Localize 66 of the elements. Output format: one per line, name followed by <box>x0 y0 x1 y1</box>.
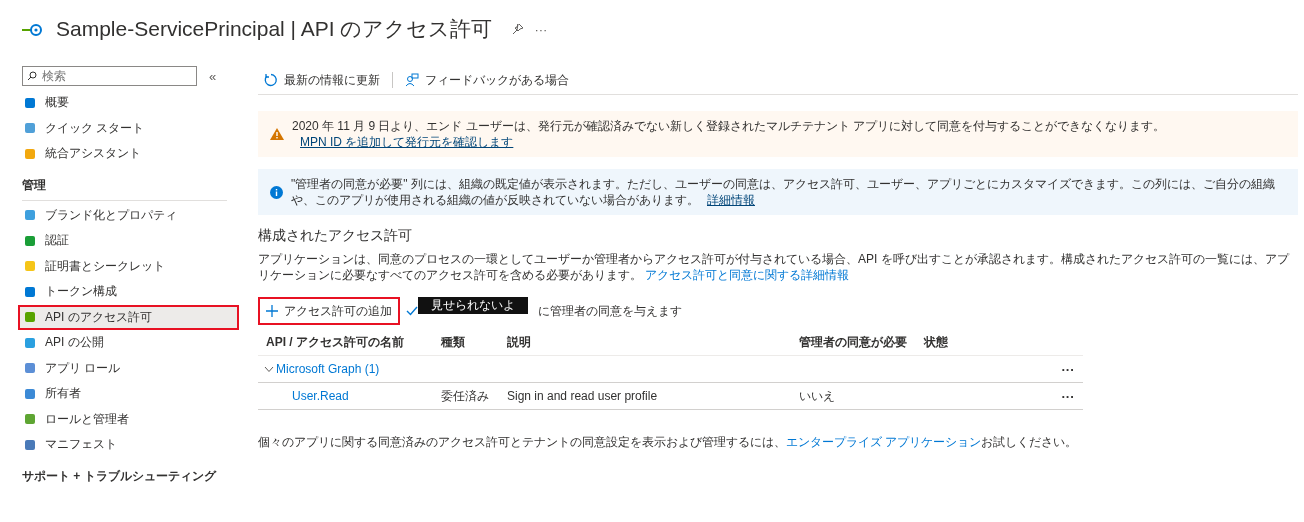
sidebar-item[interactable]: API のアクセス許可 <box>18 304 239 330</box>
search-icon <box>27 71 37 81</box>
sidebar-item[interactable]: トークン構成 <box>18 279 239 305</box>
section-description: アプリケーションは、同意のプロセスの一環としてユーザーか管理者からアクセス許可が付与されている場合、API を呼び出すことが承認されます。構成されたアクセス許可の一覧には、アプリケーションに必要なすべてのアクセス許可を含める必要があります。 アクセス許可と同意に関する詳細情報 <box>258 251 1291 283</box>
menu-icon <box>24 387 36 400</box>
column-header: API / アクセス許可の名前 <box>266 333 405 351</box>
sidebar-item[interactable]: アプリ ロール <box>18 355 239 381</box>
sidebar-item[interactable]: 所有者 <box>18 381 239 407</box>
refresh-icon <box>264 73 278 87</box>
footer-text: 個々のアプリに関する同意済みのアクセス許可とテナントの同意設定を表示および管理するには、エンタープライズ アプリケーションお試しください。 <box>258 434 1079 451</box>
section-heading: 管理 <box>22 166 227 201</box>
sidebar-item[interactable]: 概要 <box>18 90 239 116</box>
column-header: 状態 <box>924 333 949 351</box>
page-title: Sample-ServicePrincipal | API のアクセス許可 <box>56 16 493 42</box>
sidebar-item[interactable]: クイック スタート <box>18 115 239 141</box>
sidebar-item[interactable]: ロールと管理者 <box>18 406 239 432</box>
section-heading: サポート + トラブルシューティング <box>22 467 218 485</box>
search-field[interactable]: 検索 <box>22 66 197 86</box>
menu-icon <box>24 413 36 426</box>
permission-link[interactable]: User.Read <box>292 389 349 403</box>
menu-icon <box>24 336 36 349</box>
details-link[interactable]: アクセス許可と同意に関する詳細情報 <box>645 268 850 282</box>
group-toggle[interactable]: Microsoft Graph (1) <box>264 362 1053 376</box>
menu-icon <box>24 311 36 324</box>
sidebar-item[interactable]: API の公開 <box>18 330 239 356</box>
menu-icon <box>24 438 36 451</box>
sidebar-item[interactable]: 統合アシスタント <box>18 141 239 167</box>
menu-icon <box>24 362 36 375</box>
menu-icon <box>24 260 36 273</box>
sidebar-item[interactable]: 証明書とシークレット <box>18 253 239 279</box>
table-cell-text: いいえ <box>799 387 836 405</box>
menu-icon <box>24 285 36 298</box>
banner-link[interactable]: 詳細情報 <box>707 193 755 207</box>
more-button[interactable]: ··· <box>1053 388 1083 404</box>
info-icon <box>270 185 283 199</box>
enterprise-apps-link[interactable]: エンタープライズ アプリケーション <box>786 435 982 449</box>
sidebar-item[interactable]: マニフェスト <box>18 432 239 458</box>
redaction-label: 見せられないよ <box>418 296 528 314</box>
more-button[interactable]: ··· <box>534 21 548 37</box>
banner-text: 2020 年 11 月 9 日より、エンド ユーザーは、発行元が確認済みでない新しく登録されたマルチテナント アプリに対して同意を付与することができなくなります。 MPN ID を追加して発行元を確認します <box>292 118 1167 150</box>
menu-icon <box>24 122 36 135</box>
menu-icon <box>24 209 36 222</box>
add-permission-button[interactable]: アクセス許可の追加 <box>258 297 400 325</box>
pin-icon[interactable] <box>512 23 525 35</box>
section-title: 構成されたアクセス許可 <box>258 227 413 245</box>
column-header: 説明 <box>507 333 532 351</box>
checkmark-icon <box>406 306 418 316</box>
chevron-icon <box>264 365 274 373</box>
table-cell-text: 委任済み <box>441 387 490 405</box>
feedback-button[interactable]: フィードバックがある場合 <box>405 71 569 89</box>
banner-text: "管理者の同意が必要" 列には、組織の既定値が表示されます。ただし、ユーザーの同意は、アクセス許可、ユーザー、アプリごとにカスタマイズできます。この列には、ご自分の組織や、このアプリが使用される組織の値が反映されていない場合があります。 詳細情報 <box>291 176 1276 208</box>
column-header: 種類 <box>441 333 466 351</box>
collapse-button[interactable]: « <box>209 68 217 84</box>
sidebar-item[interactable]: ブランド化とプロパティ <box>18 202 239 228</box>
person-feedback-icon <box>405 73 419 87</box>
menu-icon <box>24 96 36 109</box>
plus-icon <box>266 305 278 317</box>
menu-icon <box>24 147 36 160</box>
sidebar-item[interactable]: 認証 <box>18 228 239 254</box>
more-button[interactable]: ··· <box>1053 361 1083 377</box>
refresh-button[interactable]: 最新の情報に更新 <box>264 71 380 89</box>
banner-link[interactable]: MPN ID を追加して発行元を確認します <box>300 135 514 149</box>
menu-icon <box>24 234 36 247</box>
warning-icon <box>270 128 284 140</box>
column-header: 管理者の同意が必要 <box>799 333 908 351</box>
table-cell-text: Sign in and read user profile <box>507 389 659 403</box>
